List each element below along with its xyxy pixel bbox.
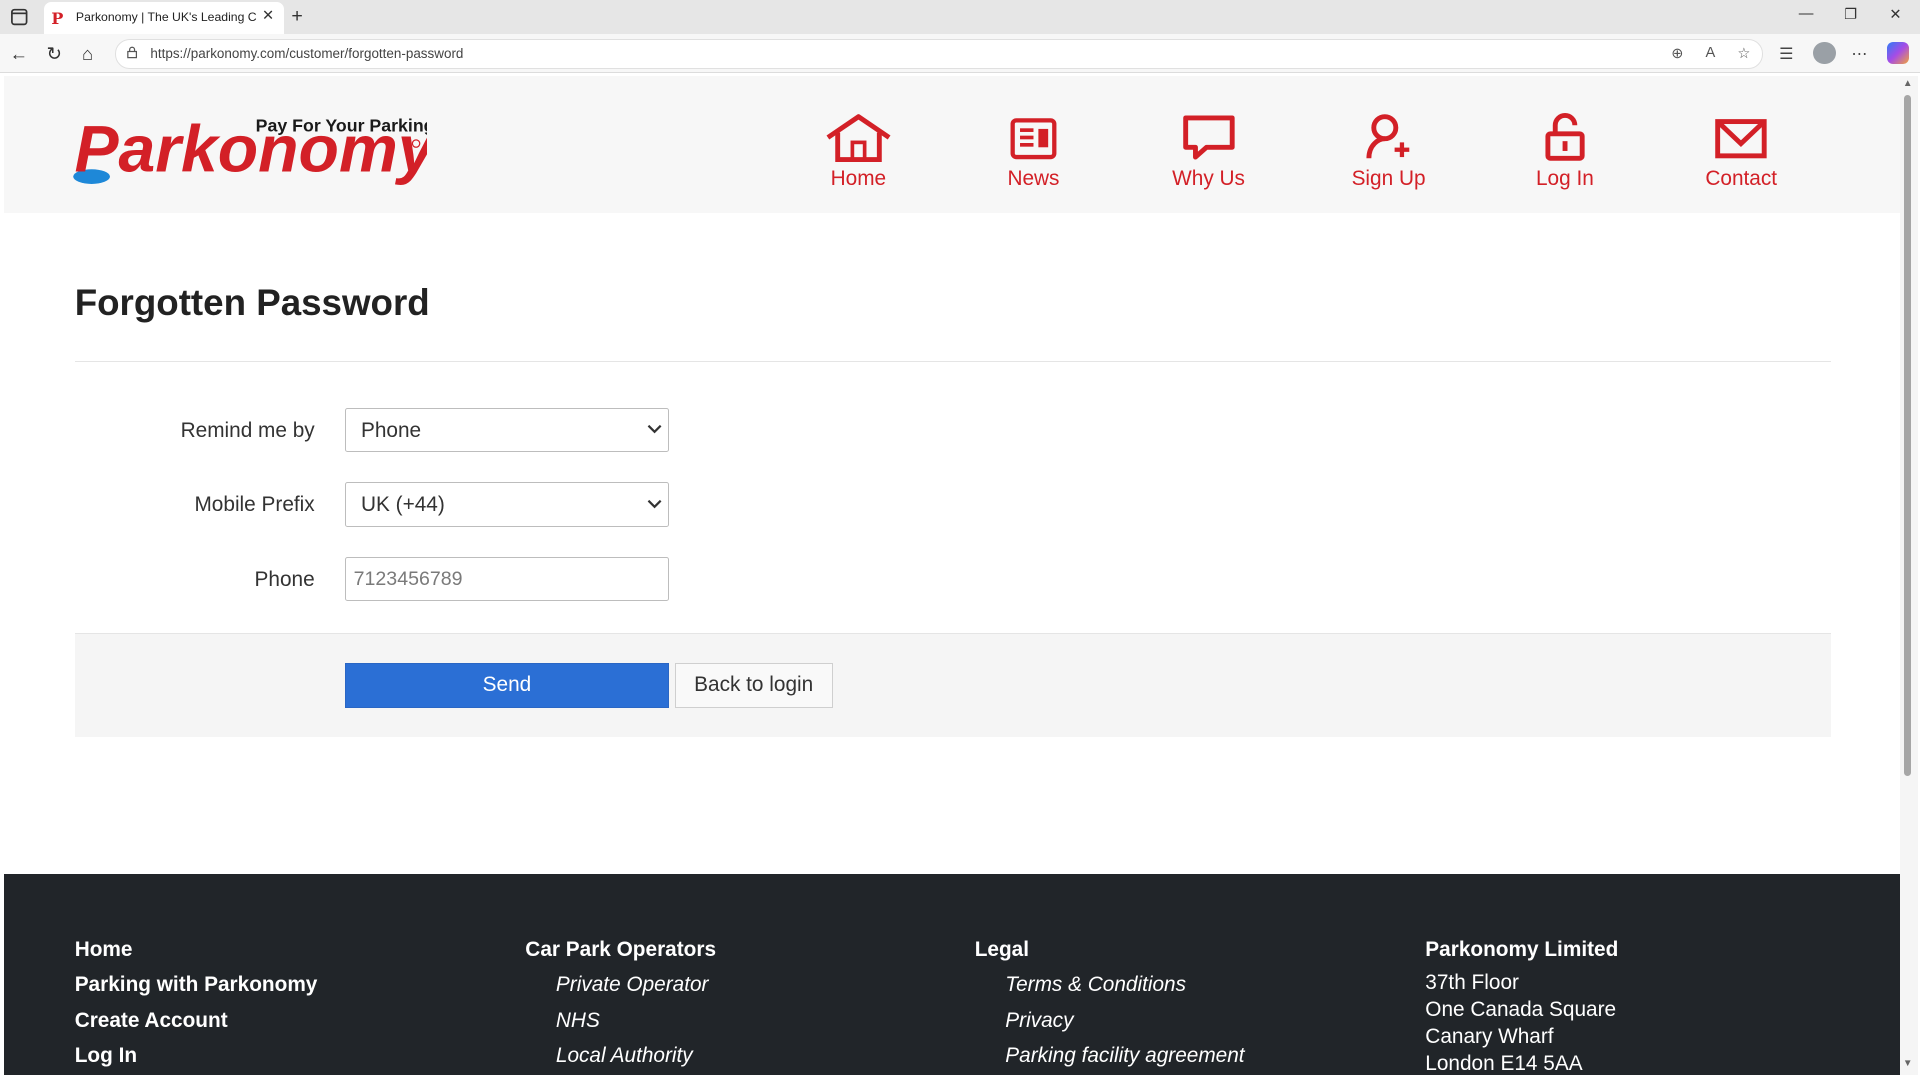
footer-link-terms[interactable]: Terms & Conditions xyxy=(975,973,1245,1009)
footer-col-operators: Car Park Operators Private Operator NHS … xyxy=(525,938,716,1075)
minimize-icon[interactable]: — xyxy=(1799,6,1814,22)
scroll-up-icon[interactable]: ▲ xyxy=(1903,78,1913,89)
restore-icon[interactable]: ❐ xyxy=(1844,6,1857,23)
add-user-icon xyxy=(1366,113,1410,159)
mobile-prefix-value: UK (+44) xyxy=(360,493,445,517)
remind-by-select[interactable]: Phone xyxy=(345,407,669,452)
more-icon[interactable]: ⋯ xyxy=(1851,44,1867,64)
favicon-icon: P xyxy=(51,8,64,28)
footer-address-line: London E14 5AA xyxy=(1425,1051,1583,1075)
nav-home-label: Home xyxy=(830,166,887,190)
news-icon xyxy=(1010,117,1057,159)
url-text: https://parkonomy.com/customer/forgotten… xyxy=(150,46,464,62)
form-actions: Send Back to login xyxy=(74,633,1831,738)
title-divider xyxy=(74,361,1831,363)
tab-title: Parkonomy | The UK's Leading Car Park Pa… xyxy=(75,9,257,24)
send-button[interactable]: Send xyxy=(345,663,669,708)
nav-sign-up-label: Sign Up xyxy=(1351,166,1426,190)
footer-link-privacy[interactable]: Privacy xyxy=(975,1009,1245,1045)
footer-link-local-authority[interactable]: Local Authority xyxy=(525,1044,716,1075)
footer-col-legal: Legal Terms & Conditions Privacy Parking… xyxy=(975,938,1245,1075)
reload-icon[interactable]: ↻ xyxy=(47,43,62,65)
zoom-icon[interactable]: ⊕ xyxy=(1671,45,1683,62)
back-to-login-button[interactable]: Back to login xyxy=(674,663,833,708)
page-scrollbar[interactable]: ▲ ▼ xyxy=(1900,75,1918,1076)
browser-tab[interactable]: P Parkonomy | The UK's Leading Car Park … xyxy=(44,2,285,35)
nav-log-in-label: Log In xyxy=(1535,166,1594,190)
page-title: Forgotten Password xyxy=(74,281,430,323)
page: Pay For Your Parking With Parkonomy Home xyxy=(3,75,1901,1076)
home-icon xyxy=(826,113,891,162)
footer-heading-operators: Car Park Operators xyxy=(525,937,717,961)
nav-sign-up[interactable]: Sign Up xyxy=(1321,113,1456,191)
browser-tab-bar: P Parkonomy | The UK's Leading Car Park … xyxy=(0,0,1920,35)
unlock-icon xyxy=(1545,112,1585,161)
footer-link-home[interactable]: Home xyxy=(75,938,318,974)
chevron-down-icon xyxy=(647,499,661,509)
chevron-down-icon xyxy=(647,425,661,434)
remind-by-value: Phone xyxy=(360,418,422,442)
nav-contact[interactable]: Contact xyxy=(1674,113,1809,191)
profile-avatar[interactable] xyxy=(1813,41,1836,64)
lock-icon xyxy=(127,46,137,59)
footer-link-log-in[interactable]: Log In xyxy=(75,1044,318,1075)
footer-address-line: One Canada Square xyxy=(1425,997,1617,1021)
url-field[interactable]: https://parkonomy.com/customer/forgotten… xyxy=(115,39,1764,69)
nav-why-us[interactable]: Why Us xyxy=(1141,113,1276,191)
footer-link-private-operator[interactable]: Private Operator xyxy=(525,973,716,1009)
nav-news-label: News xyxy=(1007,166,1060,190)
window-close-icon[interactable]: ✕ xyxy=(1889,6,1901,23)
nav-log-in[interactable]: Log In xyxy=(1498,112,1633,191)
back-arrow-icon[interactable]: ← xyxy=(10,43,28,65)
footer-link-create-account[interactable]: Create Account xyxy=(75,1009,318,1045)
new-tab-icon[interactable]: + xyxy=(291,5,302,28)
tab-close-icon[interactable]: ✕ xyxy=(262,7,274,24)
site-header: Pay For Your Parking With Parkonomy Home xyxy=(3,75,1901,214)
footer-link-facility-agreement[interactable]: Parking facility agreement xyxy=(975,1044,1244,1075)
envelope-icon xyxy=(1715,118,1767,158)
footer-link-nhs[interactable]: NHS xyxy=(525,1009,716,1045)
copilot-icon[interactable] xyxy=(1886,41,1909,64)
favorites-icon[interactable]: ☰ xyxy=(1779,44,1793,64)
footer-col-company: Parkonomy Limited 37th Floor One Canada … xyxy=(1425,938,1618,1075)
nav-news[interactable]: News xyxy=(966,113,1101,191)
footer-heading-company: Parkonomy Limited xyxy=(1425,937,1619,961)
mobile-prefix-select[interactable]: UK (+44) xyxy=(345,482,669,527)
footer-col-main: Home Parking with Parkonomy Create Accou… xyxy=(75,938,318,1075)
footer-link-parking[interactable]: Parking with Parkonomy xyxy=(75,973,318,1009)
footer-heading-legal: Legal xyxy=(974,937,1030,961)
tab-actions-icon[interactable] xyxy=(7,6,31,28)
footer-address-line: Canary Wharf xyxy=(1425,1024,1554,1048)
logo-wordmark: Parkonomy xyxy=(75,112,428,186)
site-footer: Home Parking with Parkonomy Create Accou… xyxy=(3,874,1901,1076)
scroll-down-icon[interactable]: ▼ xyxy=(1903,1058,1913,1069)
phone-label: Phone xyxy=(254,568,315,592)
home-browser-icon[interactable]: ⌂ xyxy=(82,43,93,65)
nav-why-us-label: Why Us xyxy=(1172,166,1245,190)
mobile-prefix-label: Mobile Prefix xyxy=(194,493,315,517)
browser-address-bar: ← ↻ ⌂ https://parkonomy.com/customer/for… xyxy=(0,34,1920,74)
phone-input[interactable] xyxy=(345,557,669,602)
parkonomy-logo[interactable]: Pay For Your Parking With Parkonomy xyxy=(72,86,427,196)
nav-contact-label: Contact xyxy=(1705,166,1778,190)
footer-address-line: 37th Floor xyxy=(1425,970,1519,994)
remind-by-label: Remind me by xyxy=(180,418,315,442)
nav-home[interactable]: Home xyxy=(791,113,926,191)
scroll-thumb[interactable] xyxy=(1904,95,1912,777)
read-aloud-icon[interactable]: A xyxy=(1705,45,1715,61)
speech-bubble-icon xyxy=(1182,115,1235,160)
favorite-star-icon[interactable]: ☆ xyxy=(1737,45,1750,62)
